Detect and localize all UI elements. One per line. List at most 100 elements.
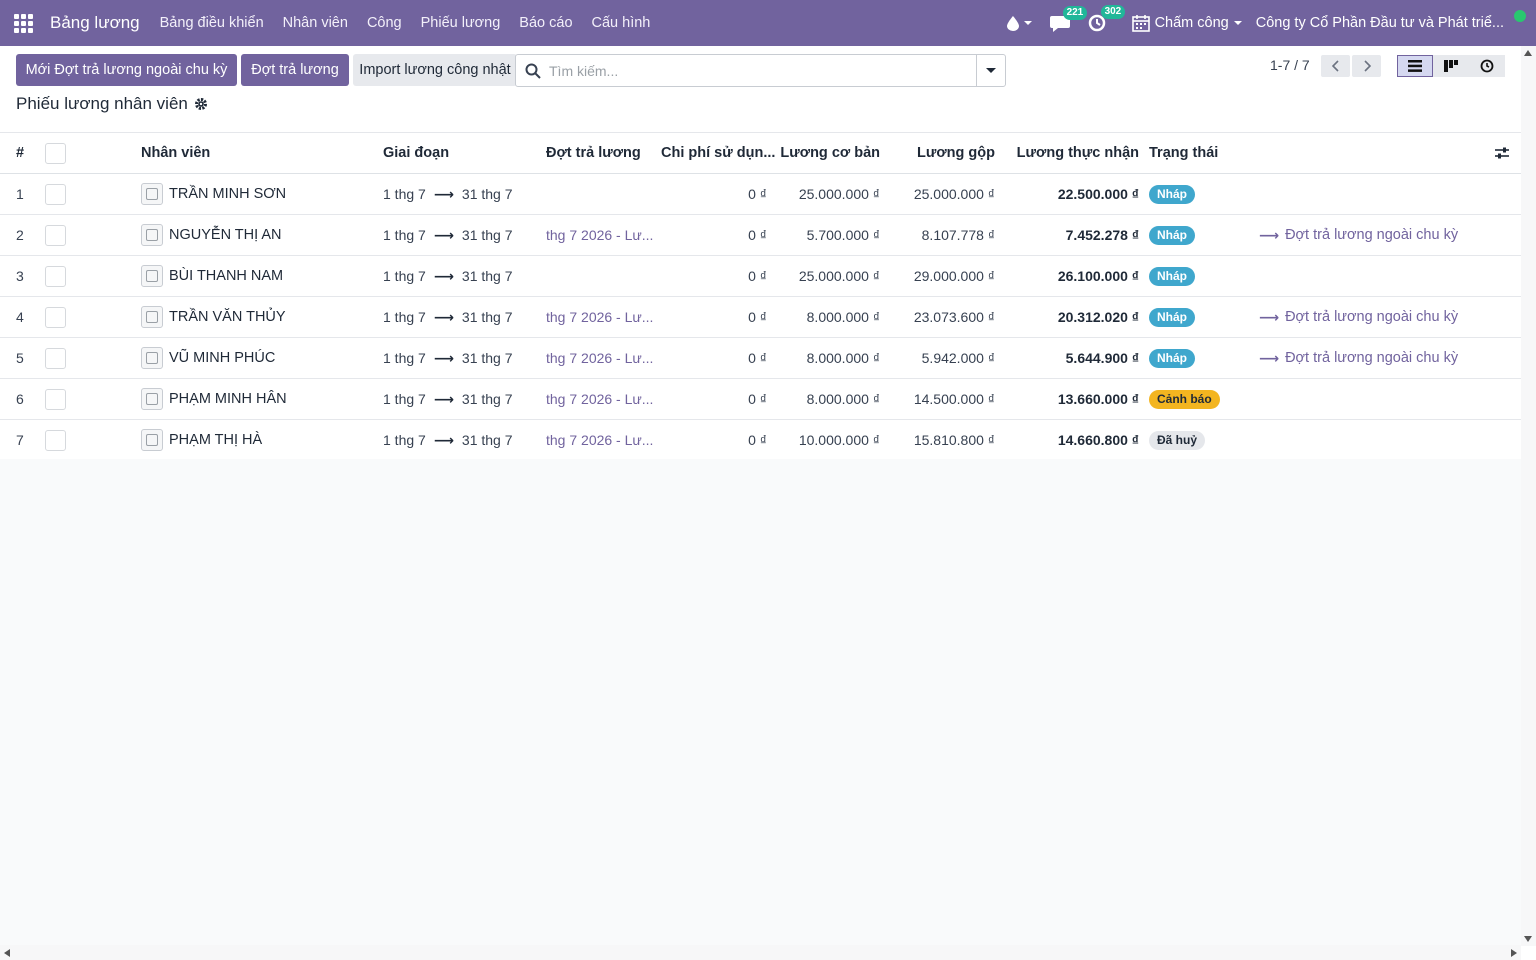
kanban-icon bbox=[1444, 60, 1458, 72]
offcycle-action-button[interactable]: ⟶ Đợt trả lương ngoài chu kỳ bbox=[1259, 297, 1458, 337]
attendance-menu[interactable]: Chấm công bbox=[1131, 14, 1242, 32]
employee-cell[interactable]: TRẦN VĂN THỦY bbox=[141, 297, 286, 337]
payrun-link[interactable]: thg 7 2026 - Lư... bbox=[546, 338, 653, 378]
offcycle-action-label: Đợt trả lương ngoài chu kỳ bbox=[1285, 309, 1459, 325]
activities-count: 302 bbox=[1100, 5, 1126, 19]
period-from: 1 thg 7 bbox=[383, 268, 426, 284]
vertical-scrollbar[interactable] bbox=[1521, 46, 1536, 946]
arrow-right-icon: ⟶ bbox=[433, 390, 454, 407]
period-from: 1 thg 7 bbox=[383, 227, 426, 243]
row-checkbox[interactable] bbox=[45, 420, 66, 460]
activity-view-button[interactable] bbox=[1469, 55, 1505, 77]
expense-value: 0 ₫ bbox=[748, 186, 767, 202]
row-index: 1 bbox=[16, 186, 24, 202]
gear-icon[interactable] bbox=[194, 97, 208, 111]
header-payrun[interactable]: Đợt trả lương bbox=[546, 133, 641, 173]
employee-cell[interactable]: BÙI THANH NAM bbox=[141, 256, 283, 296]
optional-columns-icon[interactable] bbox=[1494, 133, 1510, 173]
row-checkbox[interactable] bbox=[45, 379, 66, 419]
apps-menu-icon[interactable] bbox=[0, 0, 46, 46]
header-basic-wage[interactable]: Lương cơ bản bbox=[770, 133, 880, 173]
period-cell: 1 thg 7 ⟶ 31 thg 7 bbox=[383, 297, 513, 337]
import-daily-wage-button[interactable]: Import lương công nhật bbox=[353, 54, 517, 86]
menu-item-dashboard[interactable]: Bảng điều khiển bbox=[160, 15, 264, 31]
user-status-icon[interactable] bbox=[1514, 10, 1526, 22]
gross-wage-value: 5.942.000 ₫ bbox=[921, 350, 995, 366]
status-badge: Nháp bbox=[1149, 307, 1195, 327]
menu-item-payslips[interactable]: Phiếu lương bbox=[421, 15, 501, 31]
menu-item-employees[interactable]: Nhân viên bbox=[283, 15, 348, 31]
app-title[interactable]: Bảng lương bbox=[50, 13, 140, 33]
offcycle-action-label: Đợt trả lương ngoài chu kỳ bbox=[1285, 227, 1459, 243]
status-cell: Nháp bbox=[1149, 256, 1195, 296]
payrun-button[interactable]: Đợt trả lương bbox=[241, 54, 349, 86]
row-index: 6 bbox=[16, 391, 24, 407]
pager-previous-button[interactable] bbox=[1321, 55, 1350, 77]
kanban-view-button[interactable] bbox=[1433, 55, 1469, 77]
period-cell: 1 thg 7 ⟶ 31 thg 7 bbox=[383, 338, 513, 378]
new-offcycle-button[interactable]: Mới Đợt trả lương ngoài chu kỳ bbox=[16, 54, 237, 86]
table-row[interactable]: 1 TRẦN MINH SƠN 1 thg 7 ⟶ 31 thg 7 0 ₫ 25.000.… bbox=[0, 174, 1521, 215]
gross-wage-value: 29.000.000 ₫ bbox=[913, 268, 995, 284]
header-gross-wage[interactable]: Lương gộp bbox=[885, 133, 995, 173]
table-row[interactable]: 6 PHẠM MINH HÂN 1 thg 7 ⟶ 31 thg 7 thg 7 2026… bbox=[0, 379, 1521, 420]
row-checkbox[interactable] bbox=[45, 297, 66, 337]
employee-cell[interactable]: NGUYỄN THỊ AN bbox=[141, 215, 282, 255]
period-from: 1 thg 7 bbox=[383, 186, 426, 202]
expense-value: 0 ₫ bbox=[748, 309, 767, 325]
net-wage-value: 26.100.000 ₫ bbox=[1057, 268, 1139, 284]
basic-wage-value: 8.000.000 ₫ bbox=[806, 350, 880, 366]
pager-next-button[interactable] bbox=[1352, 55, 1381, 77]
net-wage-value: 13.660.000 ₫ bbox=[1057, 391, 1139, 407]
menu-item-configuration[interactable]: Cấu hình bbox=[592, 15, 651, 31]
employee-name: NGUYỄN THỊ AN bbox=[169, 227, 282, 243]
header-period[interactable]: Giai đoạn bbox=[383, 133, 449, 173]
arrow-right-icon: ⟶ bbox=[433, 308, 454, 325]
header-employee[interactable]: Nhân viên bbox=[141, 133, 210, 173]
employee-cell[interactable]: VŨ MINH PHÚC bbox=[141, 338, 275, 378]
period-cell: 1 thg 7 ⟶ 31 thg 7 bbox=[383, 420, 513, 460]
header-expense[interactable]: Chi phí sử dụn... bbox=[661, 133, 775, 173]
table-row[interactable]: 2 NGUYỄN THỊ AN 1 thg 7 ⟶ 31 thg 7 thg 7 2026… bbox=[0, 215, 1521, 256]
messages-icon[interactable]: 221 bbox=[1049, 5, 1088, 32]
payrun-link[interactable]: thg 7 2026 - Lư... bbox=[546, 379, 653, 419]
table-row[interactable]: 7 PHẠM THỊ HÀ 1 thg 7 ⟶ 31 thg 7 thg 7 2026 -… bbox=[0, 420, 1521, 461]
payrun-link[interactable]: thg 7 2026 - Lư... bbox=[546, 297, 653, 337]
row-checkbox[interactable] bbox=[45, 174, 66, 214]
offcycle-action-button[interactable]: ⟶ Đợt trả lương ngoài chu kỳ bbox=[1259, 215, 1458, 255]
select-all-checkbox[interactable] bbox=[45, 133, 66, 173]
table-row[interactable]: 4 TRẦN VĂN THỦY 1 thg 7 ⟶ 31 thg 7 thg 7 2026… bbox=[0, 297, 1521, 338]
table-row[interactable]: 3 BÙI THANH NAM 1 thg 7 ⟶ 31 thg 7 0 ₫ 25.000.… bbox=[0, 256, 1521, 297]
payrun-link[interactable]: thg 7 2026 - Lư... bbox=[546, 420, 653, 460]
header-status[interactable]: Trạng thái bbox=[1149, 133, 1218, 173]
calendar-icon bbox=[1131, 15, 1150, 32]
search-input[interactable]: Tìm kiếm... bbox=[549, 63, 618, 79]
row-checkbox[interactable] bbox=[45, 256, 66, 296]
activities-icon[interactable]: 302 bbox=[1088, 5, 1126, 32]
payrun-link[interactable]: thg 7 2026 - Lư... bbox=[546, 215, 653, 255]
table-row[interactable]: 5 VŨ MINH PHÚC 1 thg 7 ⟶ 31 thg 7 thg 7 2026 … bbox=[0, 338, 1521, 379]
row-checkbox[interactable] bbox=[45, 338, 66, 378]
gross-wage-value: 23.073.600 ₫ bbox=[913, 309, 995, 325]
period-to: 31 thg 7 bbox=[461, 186, 513, 202]
company-switcher[interactable]: Công ty Cổ Phần Đầu tư và Phát triể... bbox=[1256, 15, 1504, 31]
period-to: 31 thg 7 bbox=[461, 309, 513, 325]
gross-wage-value: 25.000.000 ₫ bbox=[913, 186, 995, 202]
header-net-wage[interactable]: Lương thực nhận bbox=[1000, 133, 1139, 173]
chevron-right-icon bbox=[1363, 60, 1371, 72]
pager-value[interactable]: 1-7 / 7 bbox=[1270, 57, 1310, 73]
list-view-button[interactable] bbox=[1397, 55, 1433, 77]
search-options-toggle[interactable] bbox=[976, 55, 1005, 86]
employee-cell[interactable]: TRẦN MINH SƠN bbox=[141, 174, 286, 214]
employee-cell[interactable]: PHẠM MINH HÂN bbox=[141, 379, 287, 419]
debug-icon[interactable] bbox=[1006, 15, 1032, 31]
row-checkbox[interactable] bbox=[45, 215, 66, 255]
period-cell: 1 thg 7 ⟶ 31 thg 7 bbox=[383, 256, 513, 296]
offcycle-action-button[interactable]: ⟶ Đợt trả lương ngoài chu kỳ bbox=[1259, 338, 1458, 378]
search-bar[interactable]: Tìm kiếm... bbox=[515, 54, 1006, 87]
employee-cell[interactable]: PHẠM THỊ HÀ bbox=[141, 420, 262, 460]
menu-item-attendance[interactable]: Công bbox=[367, 15, 402, 31]
horizontal-scrollbar[interactable] bbox=[0, 945, 1521, 960]
row-index: 2 bbox=[16, 227, 24, 243]
menu-item-reports[interactable]: Báo cáo bbox=[519, 15, 572, 31]
